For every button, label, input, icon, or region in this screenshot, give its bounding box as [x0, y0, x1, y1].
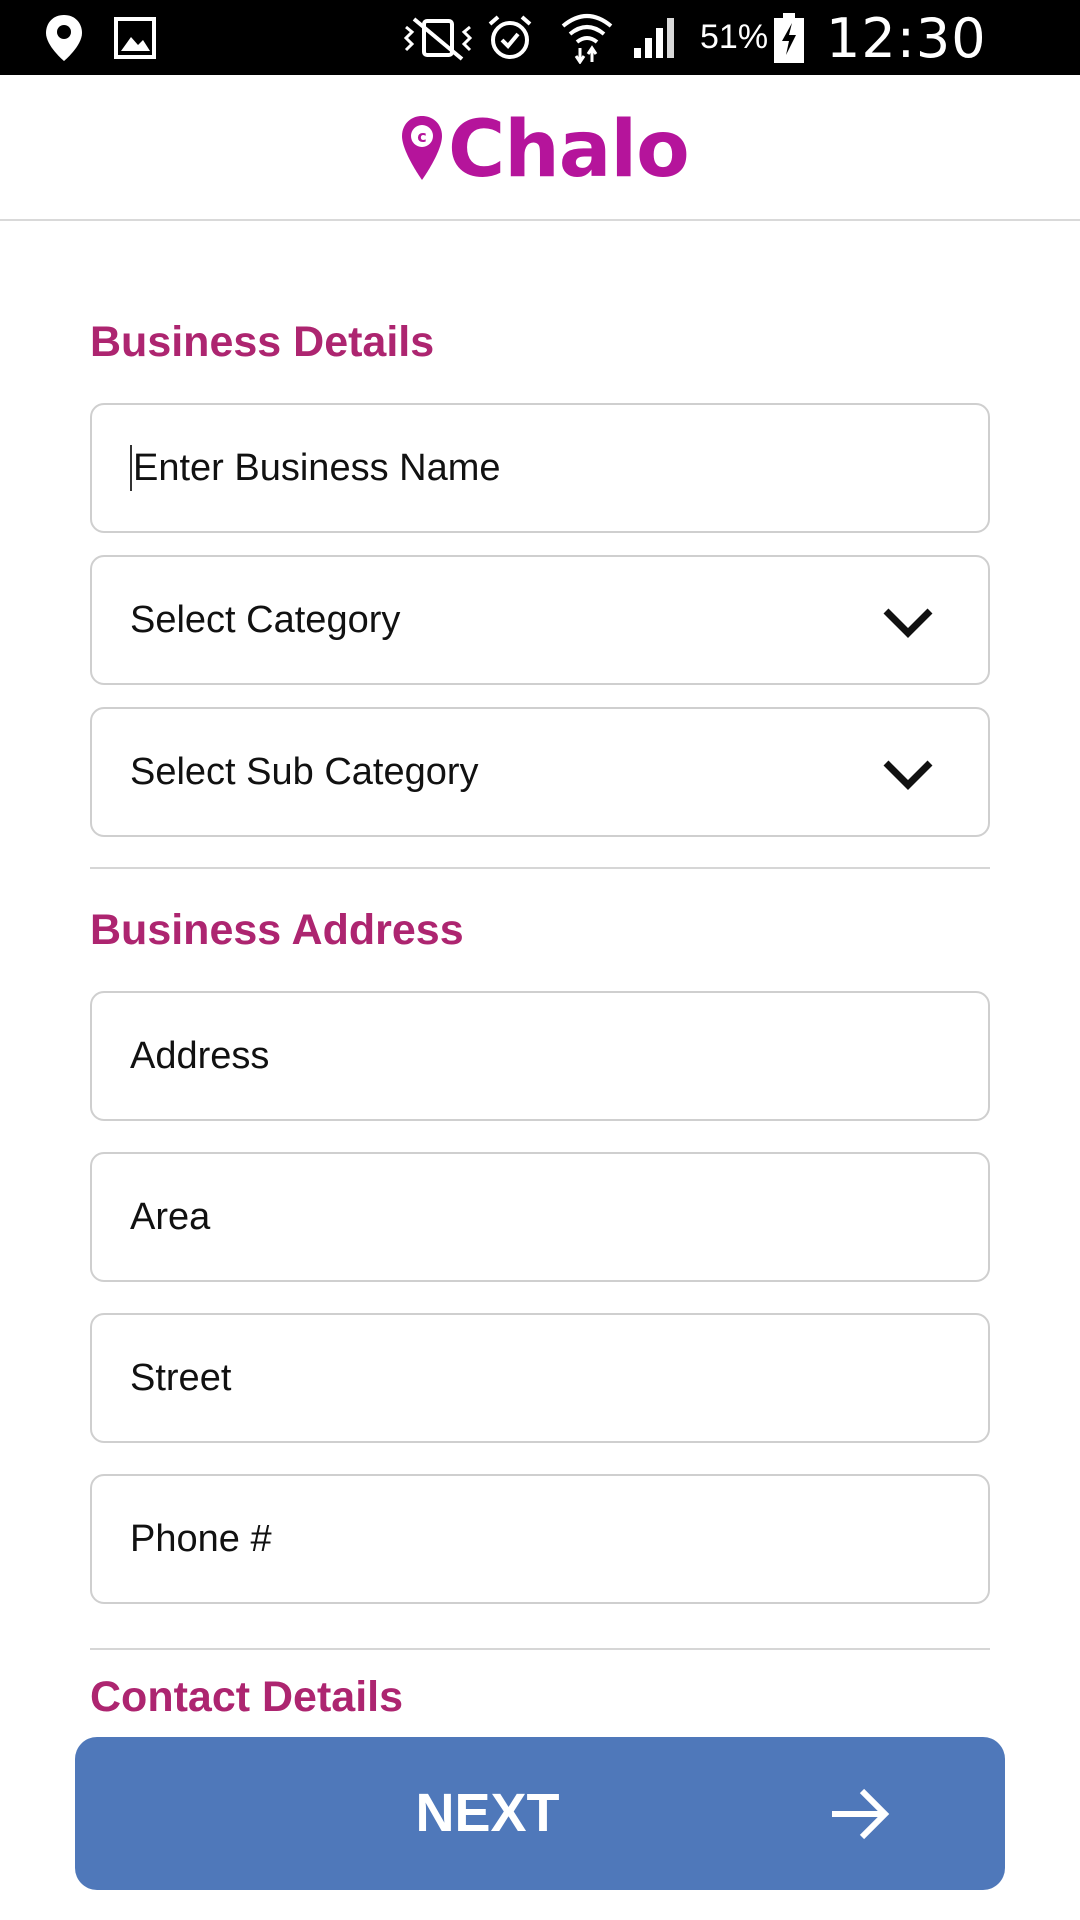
section-divider — [90, 1648, 990, 1650]
business-name-input[interactable]: Enter Business Name — [90, 403, 990, 533]
status-bar: 51% 12:30 pm — [0, 0, 1080, 148]
app-header: c Chalo — [0, 75, 1080, 221]
chevron-down-icon — [883, 760, 933, 790]
business-details-title: Business Details — [90, 318, 435, 366]
area-placeholder: Area — [130, 1195, 211, 1238]
map-pin-icon: c — [400, 114, 444, 187]
wifi-icon — [560, 0, 614, 75]
clock: 12:30 pm — [826, 7, 987, 148]
subcategory-select[interactable]: Select Sub Category — [90, 707, 990, 837]
arrow-right-icon — [832, 1788, 890, 1840]
address-input[interactable]: Address — [90, 991, 990, 1121]
logo-text: Chalo — [448, 105, 690, 195]
svg-text:c: c — [417, 127, 426, 146]
text-cursor — [130, 445, 132, 491]
business-address-title: Business Address — [90, 906, 464, 954]
phone-placeholder: Phone # — [130, 1517, 272, 1560]
address-placeholder: Address — [130, 1034, 270, 1077]
image-icon — [114, 0, 156, 75]
battery-charging-icon — [774, 0, 804, 75]
street-placeholder: Street — [130, 1356, 232, 1399]
category-placeholder: Select Category — [130, 598, 401, 641]
business-name-placeholder: Enter Business Name — [133, 446, 501, 489]
category-select[interactable]: Select Category — [90, 555, 990, 685]
next-button[interactable]: NEXT — [75, 1737, 1005, 1890]
phone-input[interactable]: Phone # — [90, 1474, 990, 1604]
signal-icon — [632, 0, 680, 75]
contact-details-title: Contact Details — [90, 1673, 404, 1721]
chalo-logo: c Chalo — [400, 105, 690, 195]
vibrate-icon — [402, 0, 474, 75]
chevron-down-icon — [883, 608, 933, 638]
battery-percent: 51% — [700, 18, 769, 56]
area-input[interactable]: Area — [90, 1152, 990, 1282]
next-button-label: NEXT — [415, 1783, 560, 1843]
alarm-icon — [486, 0, 534, 75]
location-icon — [44, 0, 84, 75]
section-divider — [90, 867, 990, 869]
street-input[interactable]: Street — [90, 1313, 990, 1443]
subcategory-placeholder: Select Sub Category — [130, 750, 479, 793]
